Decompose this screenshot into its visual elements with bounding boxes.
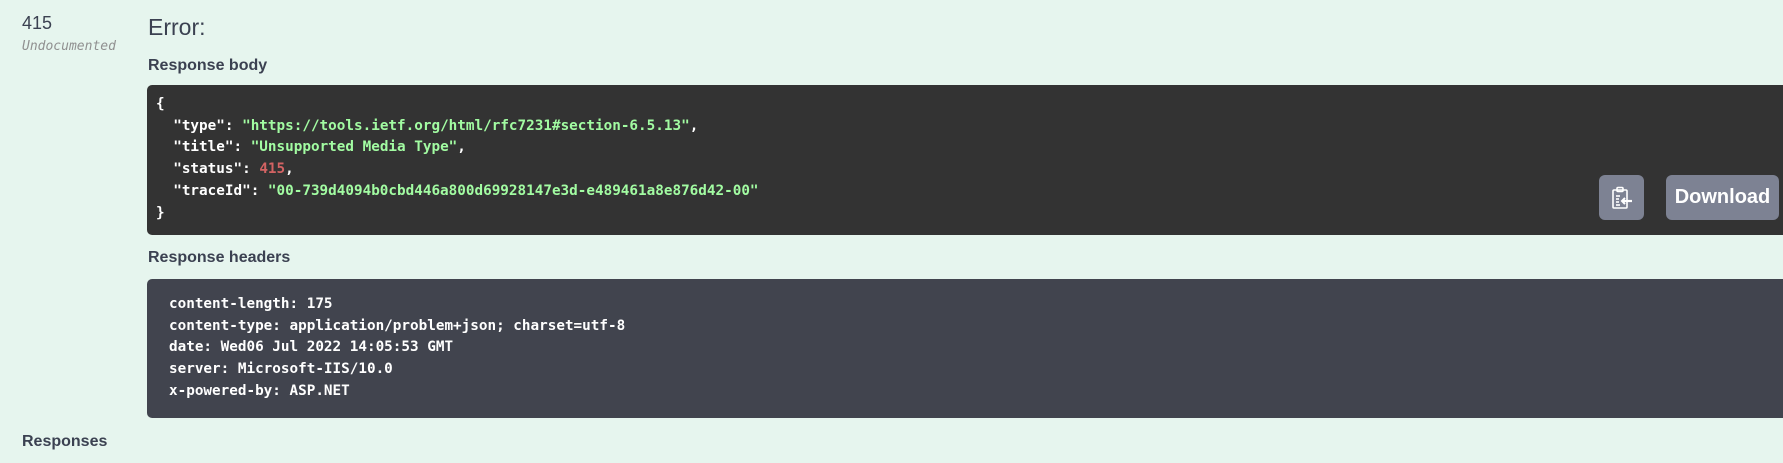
response-headers-block: content-length: 175 content-type: applica… [147,279,1783,418]
json-field: "traceId": "00-739d4094b0cbd446a800d6992… [173,182,759,199]
response-header-line: content-type: application/problem+json; … [169,317,626,334]
json-value: 415 [259,161,286,178]
download-button[interactable]: Download [1666,175,1779,220]
response-headers-label: Response headers [148,249,291,266]
json-field: "status": 415, [173,161,294,178]
response-body-code: { "type": "https://tools.ietf.org/html/r… [156,94,759,224]
json-field: "title": "Unsupported Media Type", [173,139,466,156]
response-header-line: content-length: 175 [169,296,333,312]
response-description: Undocumented [22,39,116,54]
response-header-line: server: Microsoft-IIS/10.0 [169,361,393,378]
response-body-label: Response body [148,57,268,74]
json-key: "status" [173,161,243,178]
json-key: "type" [173,117,225,134]
json-close-brace: } [156,204,165,221]
json-open-brace: { [156,96,165,112]
responses-section-title: Responses [22,433,108,450]
json-key: "title" [173,139,234,156]
json-key: "traceId" [173,182,251,199]
response-status-code: 415 [22,13,53,33]
json-field: "type": "https://tools.ietf.org/html/rfc… [173,117,699,134]
response-header-line: date: Wed06 Jul 2022 14:05:53 GMT [169,339,454,356]
copy-to-clipboard-button[interactable] [1599,175,1644,220]
json-value: "00-739d4094b0cbd446a800d69928147e3d-e48… [267,182,759,199]
clipboard-copy-icon [1611,186,1632,209]
response-body-block[interactable]: { "type": "https://tools.ietf.org/html/r… [147,85,1783,235]
json-value: "Unsupported Media Type" [250,139,458,156]
error-title: Error: [148,14,206,40]
json-value: "https://tools.ietf.org/html/rfc7231#sec… [242,117,690,134]
response-header-line: x-powered-by: ASP.NET [169,382,350,399]
